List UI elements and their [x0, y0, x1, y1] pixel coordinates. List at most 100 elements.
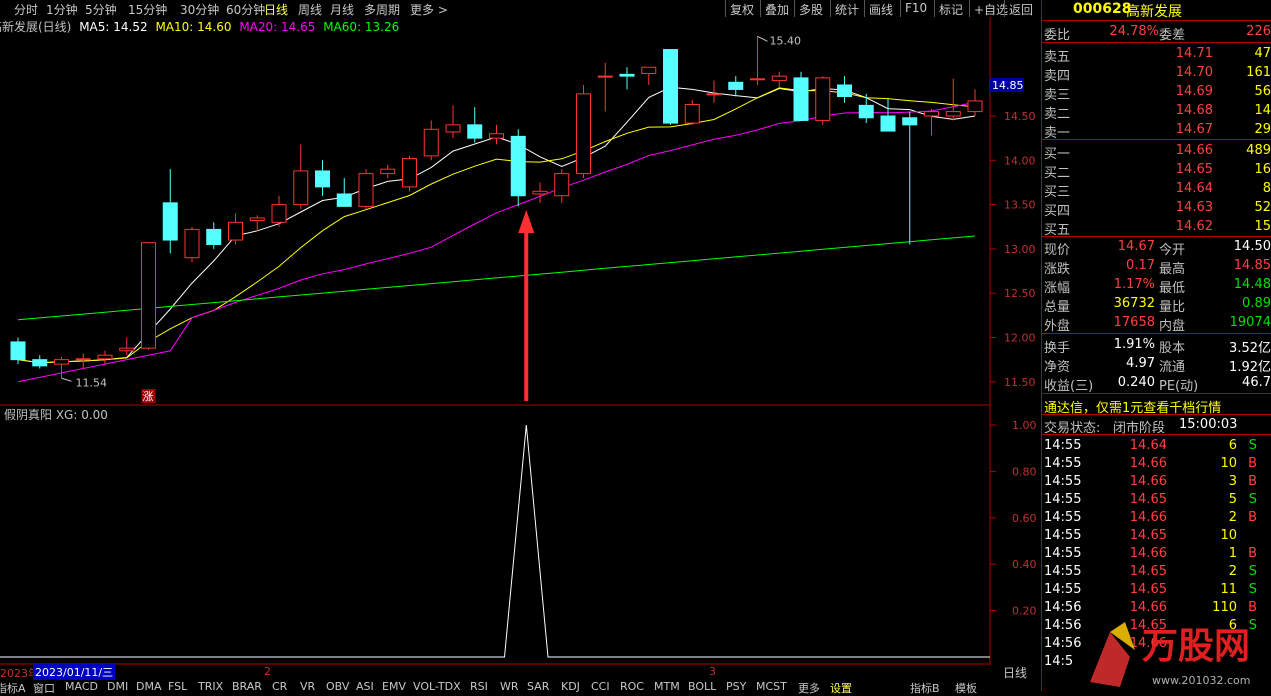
- period-tab-5[interactable]: 60分钟: [226, 1, 265, 18]
- indicator-tab-0[interactable]: 指标A: [0, 680, 26, 696]
- indicator-tab-24[interactable]: 更多: [798, 680, 820, 696]
- period-tab-10[interactable]: 更多 >: [410, 1, 448, 18]
- toolbar-button-2[interactable]: 多股: [794, 0, 827, 17]
- indicator-tab-16[interactable]: SAR: [527, 680, 549, 693]
- indicator-tab-6[interactable]: TRIX: [198, 680, 223, 693]
- ask-volume: 56: [1254, 84, 1271, 99]
- indicator-tab-10[interactable]: OBV: [326, 680, 349, 693]
- toolbar-button-8[interactable]: 返回: [1004, 0, 1037, 17]
- indicator-tab-4[interactable]: DMA: [136, 680, 162, 693]
- indicator-tab-25[interactable]: 设置: [830, 680, 852, 696]
- toolbar-button-4[interactable]: 画线: [864, 0, 897, 17]
- toolbar-button-0[interactable]: 复权: [725, 0, 758, 17]
- indicator-chart[interactable]: 1.00 0.80 0.60 0.40 0.20: [0, 405, 1040, 665]
- bottom-right-tab-0[interactable]: 指标B: [910, 680, 940, 696]
- quote-separator: [1041, 434, 1271, 435]
- ask-volume: 47: [1254, 46, 1271, 61]
- svg-text:11.54: 11.54: [76, 376, 108, 389]
- indicator-tab-11[interactable]: ASI: [356, 680, 374, 693]
- indicator-tab-21[interactable]: BOLL: [688, 680, 716, 693]
- indicator-tab-20[interactable]: MTM: [654, 680, 680, 693]
- indicator-tab-5[interactable]: FSL: [168, 680, 187, 693]
- indicator-tab-23[interactable]: MCST: [756, 680, 787, 693]
- indicator-tab-9[interactable]: VR: [300, 680, 315, 693]
- bid-row-2: 买三 14.64 8: [1041, 180, 1271, 200]
- indicator-tab-18[interactable]: CCI: [591, 680, 610, 693]
- tick-volume: 3: [1228, 474, 1237, 489]
- tick-row: 14:55 14.65 10: [1041, 527, 1271, 545]
- toolbar-button-5[interactable]: F10: [900, 0, 931, 17]
- kline-chart[interactable]: 14.50 14.00 13.50 13.00 12.50 12.00 11.50 14.85…: [0, 17, 1040, 422]
- candle: [619, 67, 635, 90]
- indicator-tab-17[interactable]: KDJ: [561, 680, 580, 693]
- candle: [358, 169, 374, 210]
- candle: [315, 160, 330, 196]
- ask-label: 卖三: [1044, 88, 1071, 103]
- indicator-tab-3[interactable]: DMI: [107, 680, 128, 693]
- tick-price: 14.65: [1129, 564, 1167, 579]
- indicator-tab-12[interactable]: EMV: [382, 680, 406, 693]
- bid-price: 14.65: [1175, 162, 1213, 177]
- period-tab-3[interactable]: 15分钟: [128, 1, 167, 18]
- ask-volume: 161: [1246, 65, 1271, 80]
- tick-volume: 11: [1220, 582, 1237, 597]
- limit-up-badge: 涨: [141, 389, 156, 403]
- ask-row-2: 卖三 14.69 56: [1041, 83, 1271, 103]
- tick-time: 14:55: [1044, 474, 1082, 489]
- stat-value: 19074: [1229, 315, 1271, 330]
- indicator-tab-7[interactable]: BRAR: [232, 680, 262, 693]
- indicator-tab-22[interactable]: PSY: [726, 680, 746, 693]
- candle: [967, 89, 983, 116]
- indicator-tab-1[interactable]: 窗口: [33, 680, 55, 696]
- indicator-tab-13[interactable]: VOL-TDX: [413, 680, 461, 693]
- candle: [837, 76, 852, 103]
- low-annotation: 11.54: [61, 376, 108, 389]
- indicator-tab-8[interactable]: CR: [272, 680, 287, 693]
- indicator-tab-2[interactable]: MACD: [65, 680, 98, 693]
- tick-row: 14:55 14.66 3 B: [1041, 473, 1271, 491]
- stat-label: 内盘: [1159, 319, 1186, 334]
- date-axis: 2023年 2023/01/11/三 2 3 日线: [0, 663, 1040, 680]
- period-tab-8[interactable]: 月线: [330, 1, 354, 18]
- period-right-label[interactable]: 日线: [1003, 664, 1027, 681]
- tick-side: S: [1248, 492, 1257, 507]
- period-tab-1[interactable]: 1分钟: [46, 1, 78, 18]
- info-label: PE(动): [1159, 379, 1199, 394]
- ask-label: 卖四: [1044, 69, 1071, 84]
- period-tab-0[interactable]: 分时: [14, 1, 38, 18]
- ask-volume: 14: [1254, 103, 1271, 118]
- current-price-tag: 14.85: [992, 79, 1024, 92]
- toolbar-button-3[interactable]: 统计: [830, 0, 863, 17]
- stat-value: 14.85: [1233, 258, 1271, 273]
- candle: [228, 213, 243, 245]
- period-tab-2[interactable]: 5分钟: [85, 1, 117, 18]
- info-value: 1.91%: [1113, 337, 1155, 352]
- period-tab-7[interactable]: 周线: [298, 1, 322, 18]
- candle: [750, 36, 765, 85]
- indicator-tab-19[interactable]: ROC: [620, 680, 644, 693]
- ma20-label: MA20: 14.65: [239, 20, 316, 34]
- bid-row-3: 买四 14.63 52: [1041, 199, 1271, 219]
- toolbar-button-1[interactable]: 叠加: [760, 0, 793, 17]
- candle: [684, 100, 700, 125]
- indicator-tab-14[interactable]: RSI: [470, 680, 488, 693]
- tick-time: 14:55: [1044, 582, 1082, 597]
- stock-code: 000628: [1073, 1, 1132, 17]
- stat-row-4: 外盘 17658 内盘 19074: [1041, 314, 1271, 334]
- period-tab-9[interactable]: 多周期: [364, 1, 400, 18]
- bottom-right-tab-1[interactable]: 模板: [955, 680, 977, 696]
- bid-row-1: 买二 14.65 16: [1041, 161, 1271, 181]
- indicator-tab-15[interactable]: WR: [500, 680, 519, 693]
- candle: [902, 111, 918, 245]
- bid-label: 买一: [1044, 147, 1071, 162]
- toolbar-button-6[interactable]: 标记: [934, 0, 967, 17]
- signal-arrow: [518, 210, 535, 401]
- period-tab-4[interactable]: 30分钟: [180, 1, 219, 18]
- info-row-2: 收益(三) 0.240 PE(动) 46.7: [1041, 374, 1271, 394]
- bid-volume: 52: [1254, 200, 1271, 215]
- bid-label: 买二: [1044, 166, 1071, 181]
- candle: [924, 108, 939, 136]
- period-tab-6[interactable]: 日线: [264, 1, 288, 18]
- price-tick-label: 14.50: [1004, 110, 1036, 123]
- ask-price: 14.71: [1175, 46, 1213, 61]
